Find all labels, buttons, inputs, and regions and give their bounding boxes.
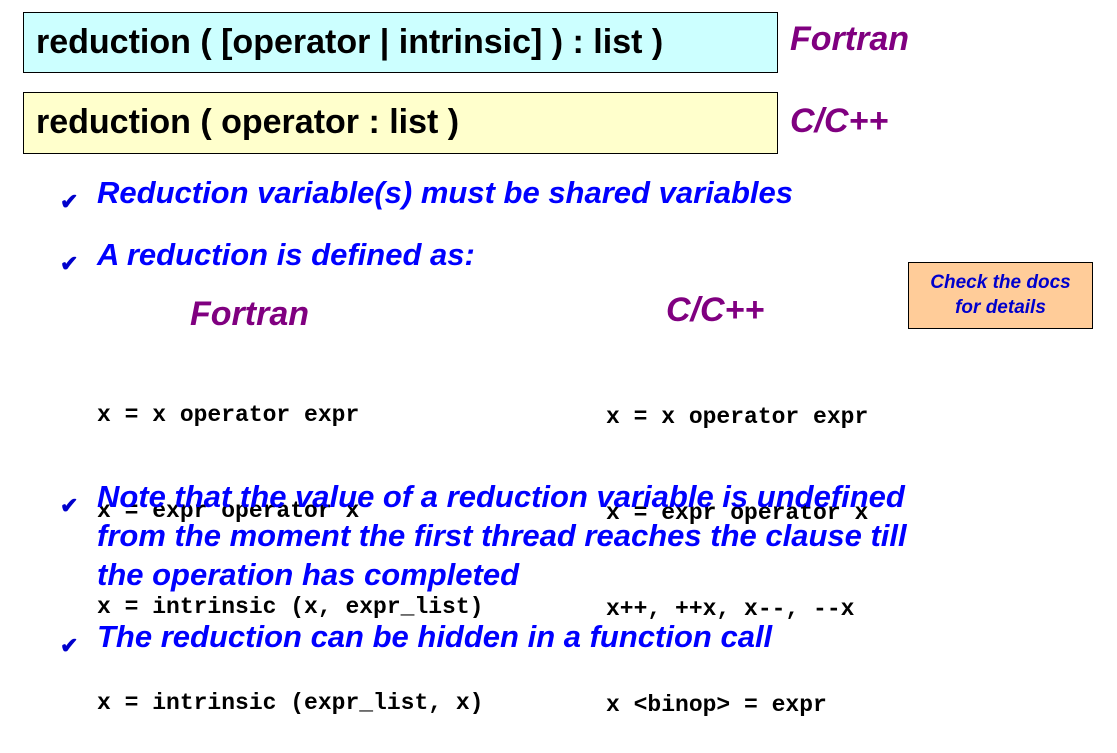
bullet-function-call: ✔ The reduction can be hidden in a funct… — [60, 617, 773, 658]
checkmark-icon: ✔ — [60, 633, 79, 658]
note-line: Check the docs — [930, 272, 1071, 293]
code-line: x = x operator expr — [606, 404, 869, 430]
code-line: x = intrinsic (expr_list, x) — [97, 690, 484, 716]
code-line: x = x operator expr — [97, 402, 360, 428]
c-forms-heading: C/C++ — [666, 291, 765, 329]
bullet-text-line: from the moment the first thread reaches… — [97, 518, 907, 553]
checkmark-icon: ✔ — [60, 189, 79, 214]
bullet-undefined-value: ✔ Note that the value of a reduction var… — [60, 477, 907, 594]
fortran-syntax-label: Fortran — [790, 20, 909, 58]
bullet-definition: ✔ A reduction is defined as: — [60, 235, 475, 276]
fortran-forms-heading: Fortran — [190, 295, 309, 333]
bullet-text: Reduction variable(s) must be shared var… — [97, 175, 794, 210]
bullet-text-line: Note that the value of a reduction varia… — [97, 479, 905, 514]
bullet-text-line: the operation has completed — [97, 557, 520, 592]
c-syntax-label: C/C++ — [790, 102, 889, 140]
c-syntax-box: reduction ( operator : list ) — [23, 92, 778, 154]
checkmark-icon: ✔ — [60, 493, 79, 518]
note-line: for details — [955, 297, 1046, 318]
code-line: x <binop> = expr — [606, 692, 827, 718]
bullet-text: The reduction can be hidden in a functio… — [97, 619, 773, 654]
bullet-text: A reduction is defined as: — [97, 237, 475, 272]
bullet-shared-variables: ✔ Reduction variable(s) must be shared v… — [60, 173, 794, 214]
check-docs-note: Check the docs for details — [908, 262, 1093, 329]
checkmark-icon: ✔ — [60, 251, 79, 276]
fortran-syntax-box: reduction ( [operator | intrinsic] ) : l… — [23, 12, 778, 73]
